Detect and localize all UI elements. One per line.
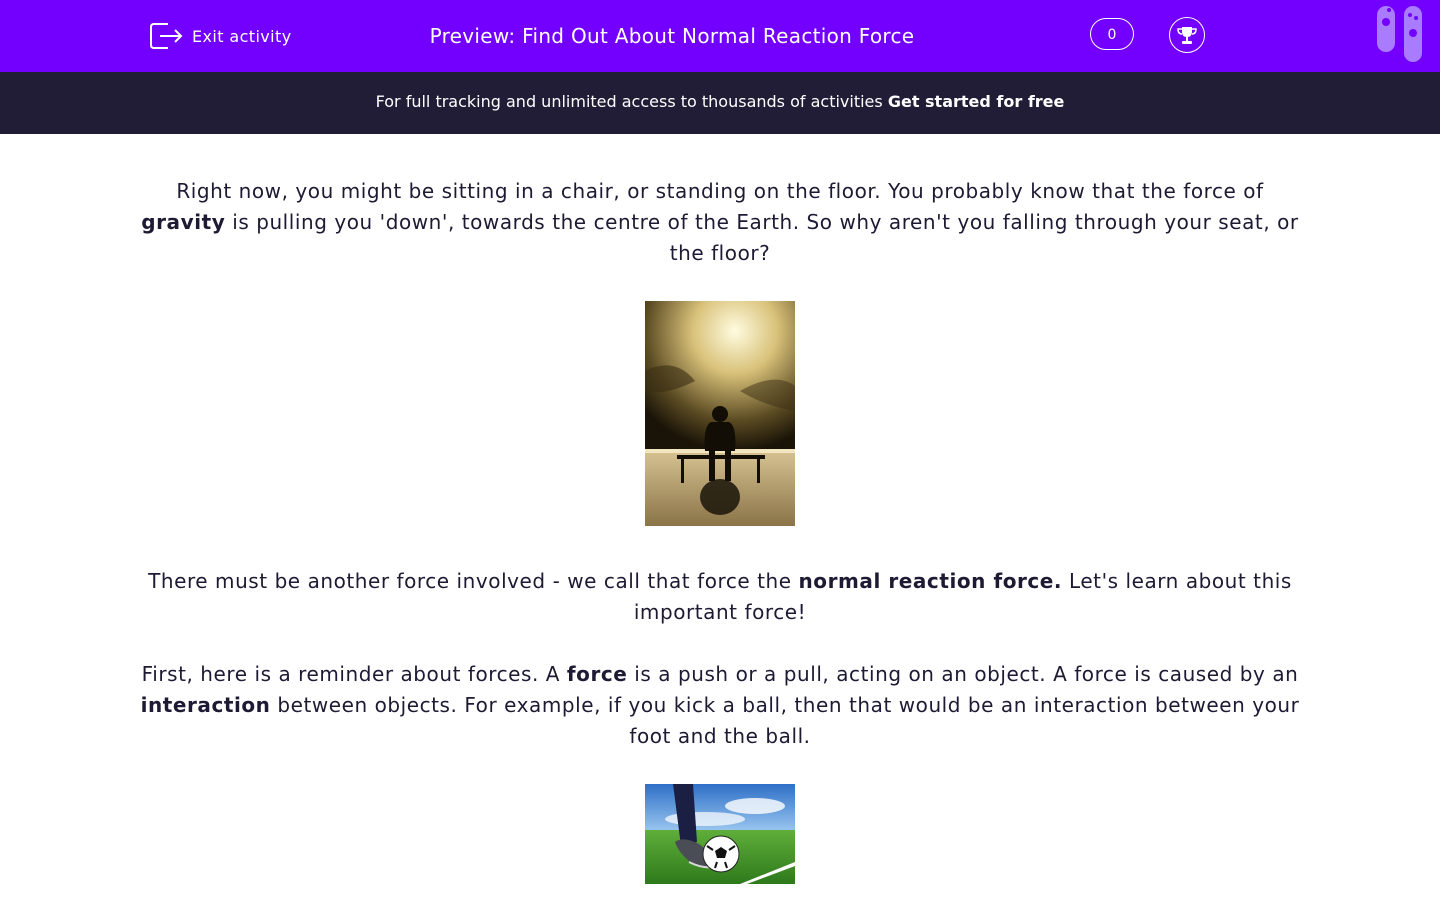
exit-activity-button[interactable]: Exit activity [148, 20, 292, 52]
term-force: force [566, 662, 628, 686]
trophy-button[interactable] [1169, 17, 1205, 53]
reminder-text-1: First, here is a reminder about forces. … [141, 662, 567, 686]
reminder-text-2: is a push or a pull, acting on an object… [627, 662, 1299, 686]
top-bar: Exit activity Preview: Find Out About No… [0, 0, 1440, 72]
exit-icon [150, 23, 183, 49]
trophy-icon [1177, 27, 1197, 44]
term-interaction: interaction [140, 693, 271, 717]
person-on-bench-image [645, 301, 795, 526]
activity-content: Right now, you might be sitting in a cha… [140, 176, 1300, 884]
page-title: Preview: Find Out About Normal Reaction … [429, 24, 915, 48]
football-kick-image [645, 784, 795, 884]
reaction-text-1: There must be another force involved - w… [148, 569, 799, 593]
forces-reminder-paragraph: First, here is a reminder about forces. … [140, 659, 1300, 752]
banner-text: For full tracking and unlimited access t… [375, 92, 888, 111]
normal-reaction-paragraph: There must be another force involved - w… [140, 566, 1300, 628]
exit-activity-label: Exit activity [192, 26, 292, 46]
test-tubes-icon [1377, 6, 1422, 62]
term-gravity: gravity [141, 210, 226, 234]
access-banner: For full tracking and unlimited access t… [0, 72, 1440, 134]
get-started-link[interactable]: Get started for free [888, 92, 1065, 111]
intro-text-2: is pulling you 'down', towards the centr… [225, 210, 1299, 265]
intro-text-1: Right now, you might be sitting in a cha… [176, 179, 1264, 203]
score-badge: 0 [1090, 18, 1134, 50]
term-normal-reaction-force: normal reaction force. [798, 569, 1063, 593]
intro-paragraph: Right now, you might be sitting in a cha… [140, 176, 1300, 269]
reminder-text-3: between objects. For example, if you kic… [270, 693, 1300, 748]
